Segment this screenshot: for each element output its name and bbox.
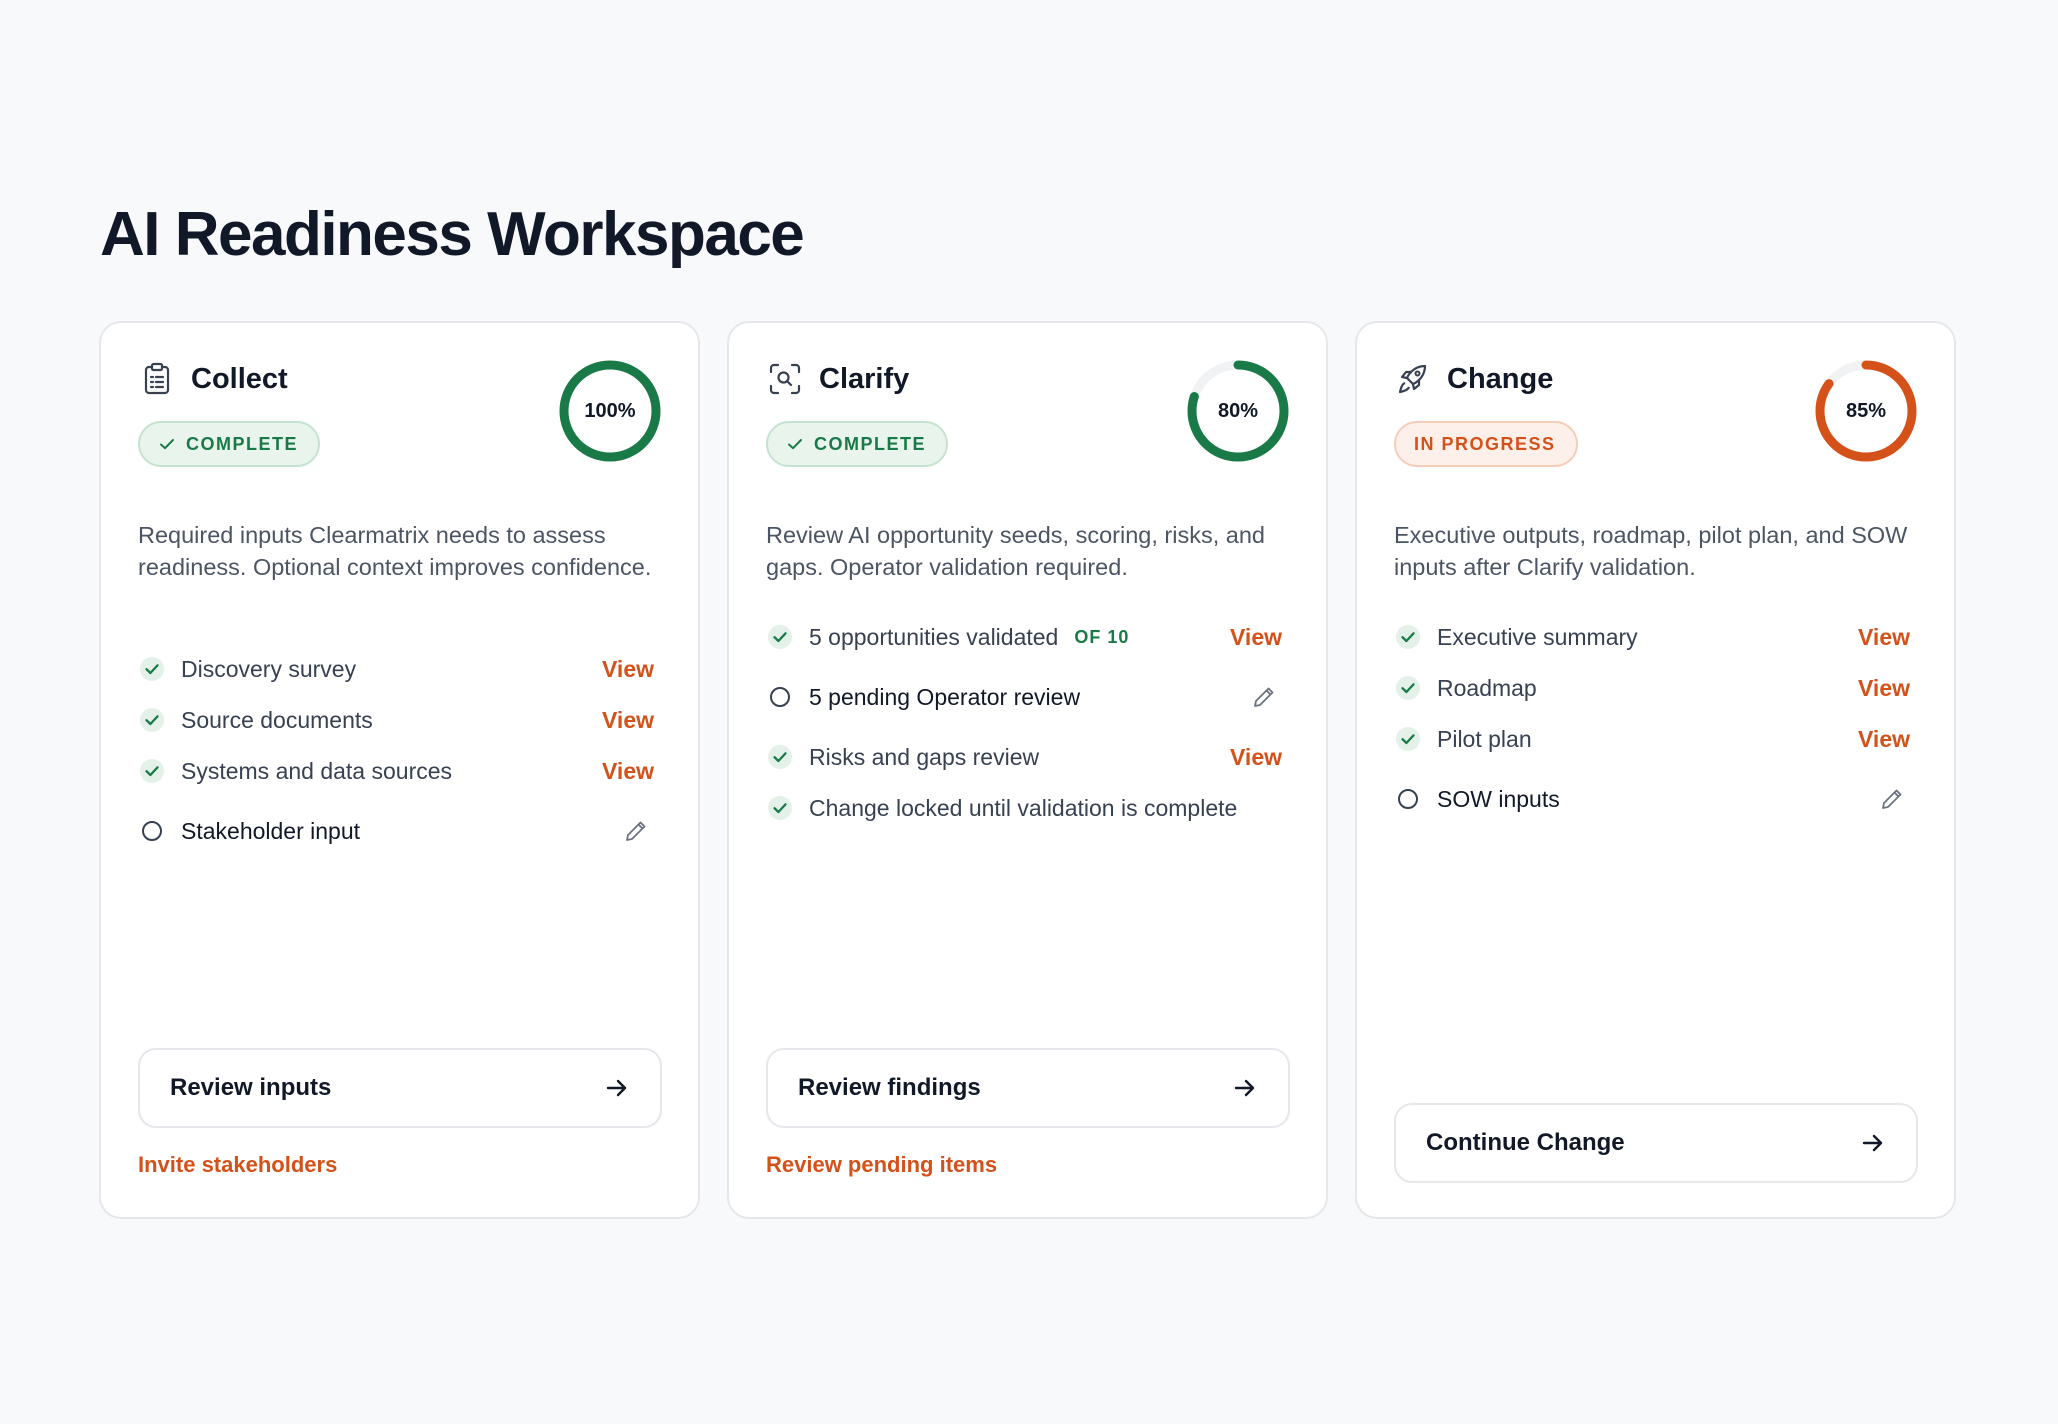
list-item: SOW inputs: [1394, 781, 1918, 817]
check-circle-icon: [1394, 623, 1422, 651]
button-label: Review inputs: [170, 1074, 332, 1101]
check-circle-icon: [1394, 674, 1422, 702]
card-title: Change: [1447, 363, 1554, 395]
list-item-label: Risks and gaps review: [809, 743, 1040, 770]
list-item-label: 5 opportunities validated: [809, 623, 1059, 650]
stage-card-clarify: Clarify COMPLETE 80% Review AI opportuni…: [727, 321, 1328, 1219]
list-item-label: Discovery survey: [181, 655, 357, 682]
card-description: Review AI opportunity seeds, scoring, ri…: [766, 522, 1265, 580]
empty-circle-icon: [766, 683, 794, 711]
status-badge-label: COMPLETE: [814, 433, 927, 454]
list-item: Systems and data sources View: [138, 753, 662, 789]
progress-ring: 100%: [558, 359, 662, 463]
list-item: Pilot plan View: [1394, 721, 1918, 757]
continue-change-button[interactable]: Continue Change: [1394, 1103, 1918, 1183]
card-title: Collect: [191, 363, 288, 395]
check-circle-icon: [766, 743, 794, 771]
clipboard-list-icon: [139, 361, 175, 397]
card-description: Executive outputs, roadmap, pilot plan, …: [1394, 522, 1908, 580]
status-badge-label: IN PROGRESS: [1414, 433, 1556, 454]
list-item-label: Executive summary: [1437, 623, 1638, 650]
list-item: Source documents View: [138, 702, 662, 738]
list-item: 5 opportunities validated OF 10 View: [766, 619, 1290, 655]
check-icon: [158, 435, 176, 453]
list-item-label: 5 pending Operator review: [809, 683, 1081, 710]
progress-percent: 100%: [584, 399, 636, 422]
list-item: Executive summary View: [1394, 619, 1918, 655]
status-badge-label: COMPLETE: [186, 433, 299, 454]
invite-stakeholders-link[interactable]: Invite stakeholders: [138, 1152, 337, 1178]
check-circle-icon: [1394, 725, 1422, 753]
list-item: Stakeholder input: [138, 813, 662, 849]
card-description: Required inputs Clearmatrix needs to ass…: [138, 522, 652, 580]
list-item: Risks and gaps review View: [766, 739, 1290, 775]
stage-card-collect: Collect COMPLETE 100% Required inputs Cl…: [99, 321, 700, 1219]
check-circle-icon: [766, 794, 794, 822]
view-link[interactable]: View: [1230, 624, 1282, 651]
view-link[interactable]: View: [602, 707, 654, 734]
check-circle-icon: [138, 655, 166, 683]
status-badge: IN PROGRESS: [1394, 421, 1578, 467]
pencil-icon[interactable]: [622, 817, 650, 845]
rocket-icon: [1395, 361, 1431, 397]
list-item-label: Stakeholder input: [181, 817, 361, 844]
button-label: Review findings: [798, 1074, 981, 1101]
view-link[interactable]: View: [1858, 726, 1910, 753]
page-title: AI Readiness Workspace: [100, 200, 805, 269]
check-circle-icon: [138, 706, 166, 734]
arrow-right-icon: [1232, 1075, 1258, 1101]
arrow-right-icon: [604, 1075, 630, 1101]
view-link[interactable]: View: [602, 758, 654, 785]
view-link[interactable]: View: [1858, 675, 1910, 702]
view-link[interactable]: View: [602, 656, 654, 683]
review-inputs-button[interactable]: Review inputs: [138, 1048, 662, 1128]
list-item-label: Systems and data sources: [181, 757, 453, 784]
pencil-icon[interactable]: [1878, 785, 1906, 813]
check-icon: [786, 435, 804, 453]
list-item: 5 pending Operator review: [766, 679, 1290, 715]
progress-percent: 80%: [1217, 399, 1259, 422]
list-item-label: Change locked until validation is comple…: [809, 794, 1238, 821]
status-badge: COMPLETE: [766, 421, 949, 467]
status-badge: COMPLETE: [138, 421, 321, 467]
list-item-label: SOW inputs: [1437, 785, 1560, 812]
list-item-label: Roadmap: [1437, 674, 1537, 701]
arrow-right-icon: [1860, 1130, 1886, 1156]
stage-card-change: Change IN PROGRESS 85% Executive outputs…: [1355, 321, 1956, 1219]
list-item-label: Pilot plan: [1437, 725, 1532, 752]
view-link[interactable]: View: [1230, 744, 1282, 771]
count-badge: OF 10: [1074, 626, 1130, 647]
scan-search-icon: [767, 361, 803, 397]
progress-ring: 85%: [1814, 359, 1918, 463]
check-circle-icon: [766, 623, 794, 651]
empty-circle-icon: [1394, 785, 1422, 813]
list-item: Roadmap View: [1394, 670, 1918, 706]
review-pending-items-link[interactable]: Review pending items: [766, 1152, 997, 1178]
list-item: Discovery survey View: [138, 651, 662, 687]
check-circle-icon: [138, 757, 166, 785]
view-link[interactable]: View: [1858, 624, 1910, 651]
list-item: Change locked until validation is comple…: [766, 790, 1290, 826]
card-title: Clarify: [819, 363, 910, 395]
progress-percent: 85%: [1845, 399, 1887, 422]
pencil-icon[interactable]: [1250, 683, 1278, 711]
review-findings-button[interactable]: Review findings: [766, 1048, 1290, 1128]
empty-circle-icon: [138, 817, 166, 845]
list-item-label: Source documents: [181, 706, 373, 733]
progress-ring: 80%: [1186, 359, 1290, 463]
button-label: Continue Change: [1426, 1129, 1625, 1156]
